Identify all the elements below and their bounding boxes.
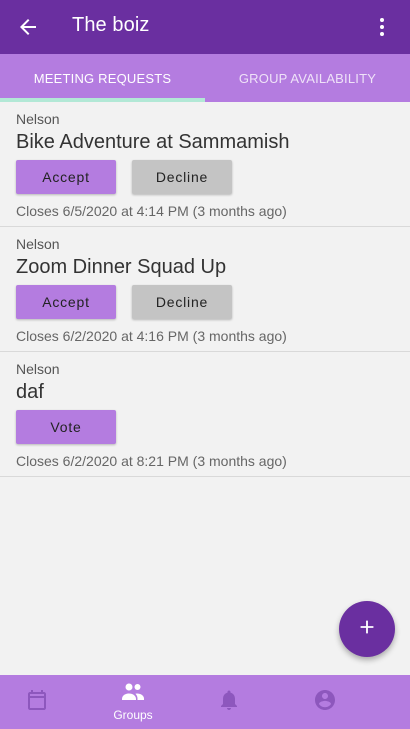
tab-meeting-requests[interactable]: MEETING REQUESTS — [0, 54, 205, 102]
tab-label: GROUP AVAILABILITY — [238, 70, 377, 86]
meeting-title: Zoom Dinner Squad Up — [16, 256, 227, 278]
tab-group-availability[interactable]: GROUP AVAILABILITY — [205, 54, 410, 102]
decline-button[interactable]: Decline — [132, 285, 232, 319]
meeting-title: daf — [16, 381, 44, 403]
arrow-left-icon[interactable] — [16, 15, 40, 39]
page-title: The boiz — [72, 14, 150, 36]
closes-text: Closes 6/2/2020 at 4:16 PM (3 months ago… — [16, 328, 287, 344]
app-bar: The boiz — [0, 0, 410, 54]
calendar-icon — [25, 688, 49, 717]
plus-icon — [356, 616, 378, 643]
decline-button[interactable]: Decline — [132, 160, 232, 194]
bell-icon — [217, 688, 241, 717]
meeting-card: Nelson Bike Adventure at Sammamish Accep… — [0, 102, 410, 227]
nav-item-account[interactable] — [285, 675, 365, 729]
vote-button[interactable]: Vote — [16, 410, 116, 444]
add-meeting-button[interactable] — [339, 601, 395, 657]
bottom-navigation: Groups — [0, 675, 410, 729]
meeting-owner: Nelson — [16, 361, 60, 377]
closes-text: Closes 6/5/2020 at 4:14 PM (3 months ago… — [16, 203, 287, 219]
groups-icon — [121, 682, 145, 707]
tab-label: MEETING REQUESTS — [33, 70, 172, 86]
nav-item-notifications[interactable] — [189, 675, 269, 729]
nav-item-calendar[interactable] — [0, 675, 77, 729]
account-icon — [313, 688, 337, 717]
accept-button[interactable]: Accept — [16, 160, 116, 194]
meeting-card: Nelson daf Vote Closes 6/2/2020 at 8:21 … — [0, 352, 410, 477]
tab-bar: MEETING REQUESTS GROUP AVAILABILITY — [0, 54, 410, 102]
meeting-owner: Nelson — [16, 236, 60, 252]
closes-text: Closes 6/2/2020 at 8:21 PM (3 months ago… — [16, 453, 287, 469]
more-vertical-icon[interactable] — [370, 15, 394, 39]
meeting-card: Nelson Zoom Dinner Squad Up Accept Decli… — [0, 227, 410, 352]
meeting-owner: Nelson — [16, 111, 60, 127]
accept-button[interactable]: Accept — [16, 285, 116, 319]
meeting-list: Nelson Bike Adventure at Sammamish Accep… — [0, 102, 410, 477]
nav-item-groups[interactable]: Groups — [93, 675, 173, 729]
meeting-title: Bike Adventure at Sammamish — [16, 131, 290, 153]
nav-label: Groups — [113, 708, 153, 722]
